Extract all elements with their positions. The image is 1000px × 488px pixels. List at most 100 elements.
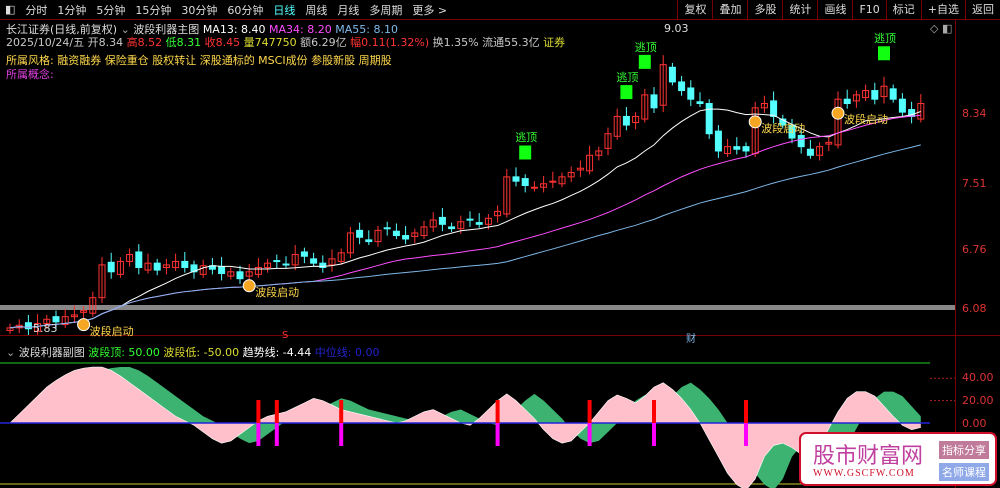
price-axis-divider xyxy=(955,20,956,488)
candle-body xyxy=(438,216,446,225)
candle-body xyxy=(512,176,520,182)
launch-icon xyxy=(242,279,256,293)
launch-label: 波段启动 xyxy=(255,285,300,299)
candle-body xyxy=(181,260,189,268)
candle-body xyxy=(273,260,281,263)
price-label: 7.51 xyxy=(962,177,987,190)
sidebar-toggle-icon[interactable]: ◧ xyxy=(942,22,952,35)
candle-body xyxy=(153,262,161,271)
signal-bar-up xyxy=(495,400,500,423)
signal-bar-down xyxy=(339,423,344,446)
candle-body xyxy=(448,226,456,230)
watermark-url: WWW.GSCFW.COM xyxy=(813,468,915,479)
candle-body xyxy=(530,186,538,189)
escape-label: 逃顶 xyxy=(874,32,896,46)
candle-body xyxy=(24,322,32,330)
escape-marker xyxy=(878,46,890,61)
candle-body xyxy=(898,98,906,113)
launch-icon xyxy=(77,318,91,332)
candle-body xyxy=(549,180,557,183)
candle-body xyxy=(135,251,143,268)
candle-body xyxy=(650,94,658,109)
watermark: 股市财富网 WWW.GSCFW.COM 指标分享 名师课程 xyxy=(799,432,997,486)
signal-bar-up xyxy=(652,400,656,423)
escape-label: 逃顶 xyxy=(616,71,639,85)
candle-body xyxy=(365,239,373,243)
sub-axis-label: 40.00 xyxy=(962,371,994,384)
candle-body xyxy=(678,81,686,92)
candle-body xyxy=(687,87,695,100)
candle-body xyxy=(806,148,814,156)
sub-header: ⌄ 波段利器副图 波段顶: 50.00 波段低: -50.00 趋势线: -4.… xyxy=(6,344,379,360)
s-marker: S xyxy=(282,330,289,341)
candle-body xyxy=(282,263,290,266)
launch-label: 波段启动 xyxy=(89,324,134,338)
wave-top-value: 波段顶: 50.00 xyxy=(88,346,160,359)
launch-label: 波段启动 xyxy=(844,113,888,127)
candle-body xyxy=(402,235,410,240)
candle-body xyxy=(889,88,897,100)
low-price-label: 5.83 xyxy=(33,322,58,335)
candle-body xyxy=(521,178,529,186)
signal-bar-up xyxy=(339,400,344,423)
reference-band xyxy=(0,305,955,310)
launch-icon xyxy=(748,115,762,129)
tag-indicator-share[interactable]: 指标分享 xyxy=(939,441,989,459)
indicator-dropdown-icon[interactable]: ⌄ xyxy=(6,346,15,359)
escape-marker xyxy=(620,85,633,100)
signal-bar-up xyxy=(256,400,261,423)
price-label: 8.34 xyxy=(962,107,987,120)
escape-label: 逃顶 xyxy=(634,40,657,54)
high-price-label: 9.03 xyxy=(664,22,689,35)
ma13-line xyxy=(9,108,921,329)
ma34-line xyxy=(9,114,921,329)
panel-divider xyxy=(0,335,1000,336)
diamond-icon[interactable]: ◇ xyxy=(930,22,938,35)
candle-body xyxy=(871,90,879,100)
signal-bar-up xyxy=(274,400,279,423)
candle-body xyxy=(668,66,676,83)
price-label: 6.08 xyxy=(962,302,987,315)
escape-marker xyxy=(519,145,532,160)
escape-marker xyxy=(638,54,651,69)
candle-body xyxy=(392,230,400,237)
chart-canvas[interactable] xyxy=(0,0,1000,488)
signal-bar-down xyxy=(744,423,748,446)
price-label: 6.76 xyxy=(962,243,987,256)
sub-axis-label: 20.00 xyxy=(962,394,994,407)
sub-axis-label: 0.00 xyxy=(962,417,987,430)
candle-body xyxy=(300,251,308,257)
signal-bar-down xyxy=(495,423,500,446)
candle-body xyxy=(383,227,391,230)
launch-icon xyxy=(831,106,845,120)
candle-body xyxy=(714,130,722,152)
candle-body xyxy=(107,261,115,273)
candle-body xyxy=(622,115,630,126)
candle-body xyxy=(705,103,713,135)
signal-bar-down xyxy=(274,423,279,446)
launch-label: 波段启动 xyxy=(761,121,806,135)
candle-body xyxy=(310,258,318,264)
signal-bar-down xyxy=(587,423,592,446)
candle-body xyxy=(475,222,483,225)
signal-bar-up xyxy=(744,400,748,423)
candle-body xyxy=(236,271,244,280)
trend-value: 趋势线: -4.44 xyxy=(242,346,312,359)
watermark-name: 股市财富网 xyxy=(813,444,924,469)
candle-body xyxy=(742,146,750,152)
candle-body xyxy=(466,218,474,221)
signal-bar-down xyxy=(652,423,656,446)
sub-indicator-name[interactable]: 波段利器副图 xyxy=(19,346,85,359)
candle-body xyxy=(733,146,741,150)
candle-body xyxy=(843,98,851,105)
candle-body xyxy=(696,101,704,105)
tag-teacher-course[interactable]: 名师课程 xyxy=(939,463,989,481)
candle-body xyxy=(770,100,778,117)
escape-label: 逃顶 xyxy=(515,131,538,145)
candle-body xyxy=(797,134,805,148)
signal-bar-down xyxy=(256,423,261,446)
ma55-line xyxy=(9,144,921,329)
wave-bottom-value: 波段低: -50.00 xyxy=(163,346,240,359)
candle-body xyxy=(356,229,364,238)
finance-marker[interactable]: 财 xyxy=(686,330,696,345)
